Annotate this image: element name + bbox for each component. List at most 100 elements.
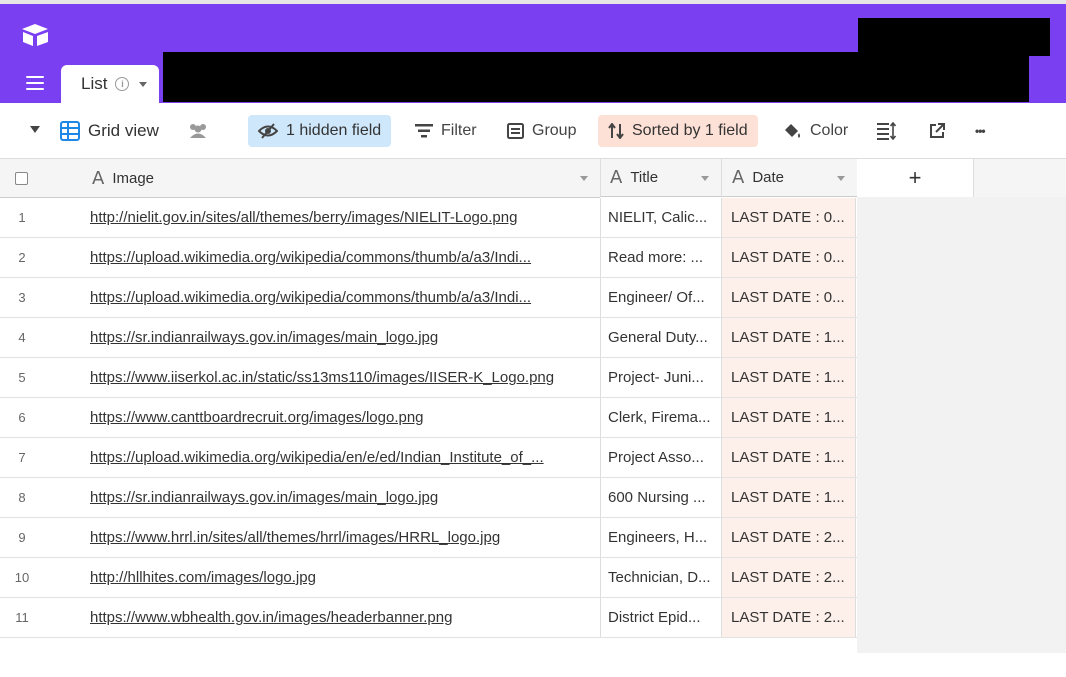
filter-icon <box>415 124 433 138</box>
color-button[interactable]: Color <box>782 115 848 147</box>
date-cell[interactable]: LAST DATE : 2... <box>721 558 856 597</box>
date-cell[interactable]: LAST DATE : 1... <box>721 318 856 357</box>
table-row[interactable]: 7 https://upload.wikimedia.org/wikipedia/… <box>0 438 857 478</box>
title-cell[interactable]: Engineers, H... <box>600 518 721 557</box>
table-row[interactable]: 3 https://upload.wikimedia.org/wikipedia/… <box>0 278 857 318</box>
share-view-button[interactable] <box>929 115 953 147</box>
empty-grid-area <box>857 197 1066 653</box>
table-row[interactable]: 6 https://www.canttboardrecruit.org/image… <box>0 398 857 438</box>
table-row[interactable]: 9 https://www.hrrl.in/sites/all/themes/hr… <box>0 518 857 558</box>
hidden-fields-label: 1 hidden field <box>286 122 382 139</box>
app-logo-icon[interactable] <box>20 22 50 48</box>
image-url-cell[interactable]: http://hllhites.com/images/logo.jpg <box>90 558 592 597</box>
image-url-cell[interactable]: https://www.hrrl.in/sites/all/themes/hrr… <box>90 518 592 557</box>
table-row[interactable]: 8 https://sr.indianrailways.gov.in/images… <box>0 478 857 518</box>
column-header-image[interactable]: A Image <box>0 159 600 198</box>
more-options-button[interactable]: ••• <box>975 115 986 147</box>
table-row[interactable]: 2 https://upload.wikimedia.org/wikipedia/… <box>0 238 857 278</box>
filter-button[interactable]: Filter <box>415 115 477 147</box>
add-row-area[interactable] <box>0 638 857 677</box>
title-cell[interactable]: District Epid... <box>600 598 721 637</box>
row-number: 5 <box>18 370 26 385</box>
sort-button[interactable]: Sorted by 1 field <box>598 115 758 147</box>
chevron-down-icon[interactable] <box>701 176 709 181</box>
image-url-cell[interactable]: https://www.wbhealth.gov.in/images/heade… <box>90 598 592 637</box>
image-url-cell[interactable]: https://www.iiserkol.ac.in/static/ss13ms… <box>90 358 592 397</box>
views-sidebar-toggle-icon[interactable] <box>30 126 40 133</box>
column-header-title[interactable]: A Title <box>600 159 721 197</box>
redacted-area <box>163 52 1029 102</box>
table-row[interactable]: 10 http://hllhites.com/images/logo.jpg Tec… <box>0 558 857 598</box>
hide-fields-button[interactable]: 1 hidden field <box>248 115 392 147</box>
header-filler <box>974 159 1066 198</box>
grid-icon <box>60 121 80 141</box>
date-cell[interactable]: LAST DATE : 1... <box>721 398 856 437</box>
select-all-checkbox[interactable] <box>15 171 28 185</box>
date-cell[interactable]: LAST DATE : 0... <box>721 198 856 237</box>
row-number: 2 <box>18 250 26 265</box>
date-cell[interactable]: LAST DATE : 2... <box>721 518 856 557</box>
title-cell[interactable]: Project- Juni... <box>600 358 721 397</box>
add-field-button[interactable]: + <box>857 159 974 198</box>
image-url-cell[interactable]: https://sr.indianrailways.gov.in/images/… <box>90 318 592 357</box>
eye-slash-icon <box>258 123 278 139</box>
external-link-icon <box>930 123 945 138</box>
table-row[interactable]: 5 https://www.iiserkol.ac.in/static/ss13m… <box>0 358 857 398</box>
column-header-label: Image <box>112 169 155 187</box>
image-url-cell[interactable]: https://upload.wikimedia.org/wikipedia/c… <box>90 238 592 277</box>
column-header-date[interactable]: A Date <box>721 159 857 197</box>
people-icon <box>190 124 206 138</box>
row-number: 6 <box>18 410 26 425</box>
hamburger-menu-icon[interactable] <box>26 76 44 90</box>
title-cell[interactable]: Technician, D... <box>600 558 721 597</box>
date-cell[interactable]: LAST DATE : 1... <box>721 478 856 517</box>
table-row[interactable]: 11 https://www.wbhealth.gov.in/images/hea… <box>0 598 857 638</box>
chevron-down-icon[interactable] <box>139 81 148 87</box>
view-toolbar: Grid view 1 hidden field Filter Group So… <box>0 103 1066 159</box>
image-url-cell[interactable]: https://www.canttboardrecruit.org/images… <box>90 398 592 437</box>
text-field-icon: A <box>92 167 105 189</box>
table-row[interactable]: 4 https://sr.indianrailways.gov.in/images… <box>0 318 857 358</box>
paint-bucket-icon <box>785 124 800 138</box>
chevron-down-icon[interactable] <box>580 176 588 181</box>
image-url-cell[interactable]: https://upload.wikimedia.org/wikipedia/c… <box>90 278 592 317</box>
chevron-down-icon[interactable] <box>837 176 845 181</box>
image-url-cell[interactable]: http://nielit.gov.in/sites/all/themes/be… <box>90 198 592 237</box>
row-height-button[interactable] <box>877 115 905 147</box>
text-field-icon: A <box>610 167 623 188</box>
sorted-label: Sorted by 1 field <box>632 122 748 139</box>
tab-list[interactable]: List i <box>61 65 159 103</box>
info-icon[interactable]: i <box>115 77 130 91</box>
table-row[interactable]: 1 http://nielit.gov.in/sites/all/themes/b… <box>0 198 857 238</box>
row-number: 11 <box>15 610 29 625</box>
plus-icon: + <box>908 165 922 190</box>
column-header-label: Title <box>630 169 659 186</box>
more-icon: ••• <box>975 124 986 138</box>
image-url-cell[interactable]: https://upload.wikimedia.org/wikipedia/e… <box>90 438 592 477</box>
group-label: Group <box>532 122 577 139</box>
collaborators-button[interactable] <box>186 115 218 147</box>
title-cell[interactable]: Clerk, Firema... <box>600 398 721 437</box>
filter-label: Filter <box>441 122 477 139</box>
group-button[interactable]: Group <box>507 115 576 147</box>
title-cell[interactable]: Engineer/ Of... <box>600 278 721 317</box>
title-cell[interactable]: Project Asso... <box>600 438 721 477</box>
tab-label: List <box>81 74 108 93</box>
title-cell[interactable]: 600 Nursing ... <box>600 478 721 517</box>
title-cell[interactable]: General Duty... <box>600 318 721 357</box>
date-cell[interactable]: LAST DATE : 2... <box>721 598 856 637</box>
image-url-cell[interactable]: https://sr.indianrailways.gov.in/images/… <box>90 478 592 517</box>
title-cell[interactable]: NIELIT, Calic... <box>600 198 721 237</box>
row-number: 3 <box>18 290 26 305</box>
redacted-area <box>858 18 1050 56</box>
row-number: 8 <box>18 490 26 505</box>
date-cell[interactable]: LAST DATE : 0... <box>721 238 856 277</box>
row-number: 1 <box>18 210 26 225</box>
view-switcher-button[interactable]: Grid view <box>60 115 159 147</box>
title-cell[interactable]: Read more: ... <box>600 238 721 277</box>
window-top-border <box>0 0 1066 4</box>
row-number: 9 <box>18 530 26 545</box>
date-cell[interactable]: LAST DATE : 0... <box>721 278 856 317</box>
date-cell[interactable]: LAST DATE : 1... <box>721 358 856 397</box>
date-cell[interactable]: LAST DATE : 1... <box>721 438 856 477</box>
